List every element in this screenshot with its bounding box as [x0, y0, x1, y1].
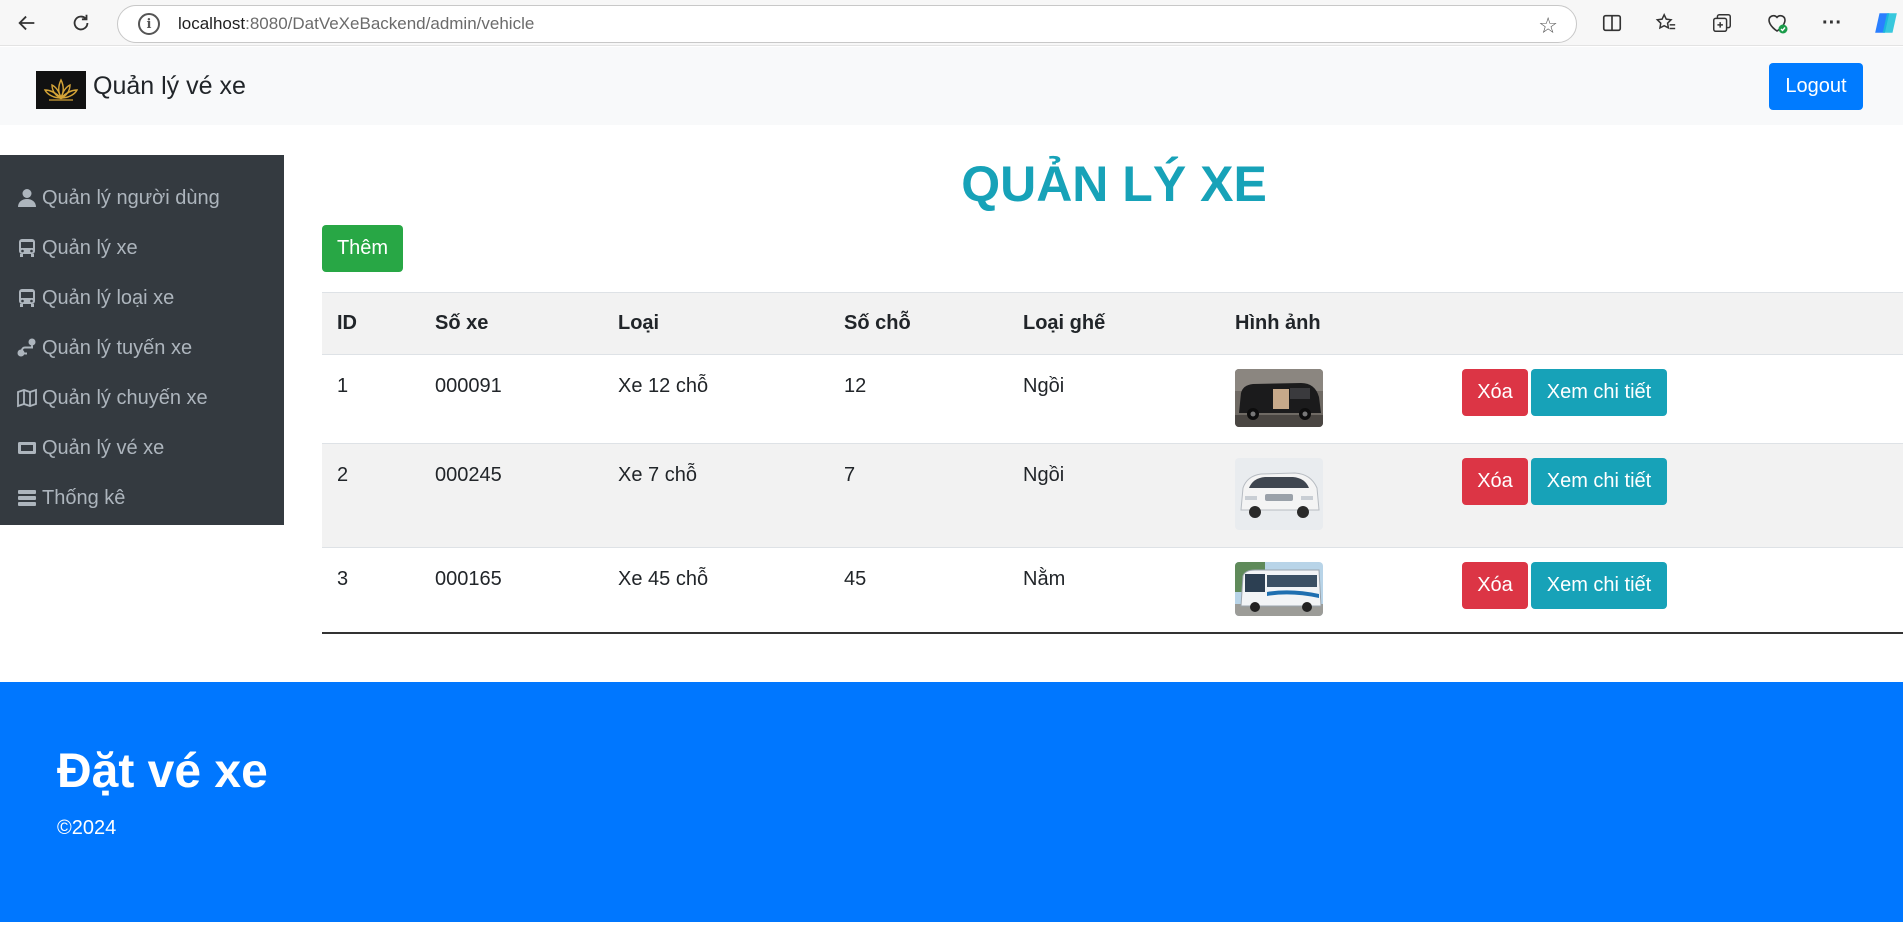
ticket-icon: [18, 442, 36, 454]
cell-plate: 000091: [435, 375, 502, 397]
split-screen-icon[interactable]: [1598, 9, 1626, 37]
collections-icon[interactable]: [1708, 9, 1736, 37]
map-icon: [17, 388, 37, 408]
copilot-icon[interactable]: [1872, 9, 1900, 37]
column-header-type: Loại: [603, 292, 829, 355]
cell-seats: 12: [844, 375, 867, 397]
white-minivan-photo: [1235, 458, 1323, 530]
table-row: 1 000091 Xe 12 chỗ 12 Ngồi Xóa Xem chi ti…: [322, 355, 1903, 444]
sidebar-item-label: Quản lý vé xe: [42, 436, 165, 459]
browser-essentials-icon[interactable]: [1763, 9, 1791, 37]
sidebar-item-label: Quản lý tuyến xe: [42, 336, 193, 359]
delete-button[interactable]: Xóa: [1462, 369, 1528, 416]
view-details-button[interactable]: Xem chi tiết: [1531, 458, 1667, 505]
footer: Đặt vé xe ©2024: [0, 682, 1903, 922]
brand-logo[interactable]: [36, 71, 86, 109]
vehicle-table: ID Số xe Loại Số chỗ Loại ghế Hình ảnh 1…: [322, 292, 1903, 634]
cell-seat-type: Ngồi: [1008, 443, 1220, 548]
site-info-icon[interactable]: i: [138, 13, 160, 35]
reload-icon: [73, 14, 89, 31]
cell-seats: 45: [844, 568, 867, 590]
column-header-plate: Số xe: [420, 292, 603, 355]
cell-type: Xe 45 chỗ: [618, 568, 709, 590]
table-header-row: ID Số xe Loại Số chỗ Loại ghế Hình ảnh: [322, 292, 1903, 355]
column-header-id: ID: [322, 292, 420, 355]
reload-button[interactable]: [66, 8, 96, 38]
sidebar: Quản lý người dùng Quản lý xe Quản lý lo…: [0, 155, 284, 525]
column-header-seats: Số chỗ: [829, 292, 1008, 355]
cell-seat-type: Nằm: [1023, 568, 1066, 590]
back-arrow-icon: [18, 15, 35, 31]
footer-copyright: ©2024: [57, 817, 117, 839]
sidebar-item-vehicle-types[interactable]: Quản lý loại xe: [0, 273, 284, 323]
cell-type: Xe 12 chỗ: [618, 375, 709, 397]
sidebar-item-tickets[interactable]: Quản lý vé xe: [0, 423, 284, 473]
cell-plate: 000245: [420, 443, 603, 548]
column-header-image: Hình ảnh: [1220, 292, 1447, 355]
delete-button[interactable]: Xóa: [1462, 562, 1528, 609]
cell-seat-type: Ngồi: [1023, 375, 1065, 397]
more-menu-icon[interactable]: ···: [1818, 9, 1846, 37]
cell-id: 3: [337, 568, 349, 590]
view-details-button[interactable]: Xem chi tiết: [1531, 562, 1667, 609]
cell-image: [1220, 355, 1447, 444]
sidebar-item-routes[interactable]: Quản lý tuyến xe: [0, 323, 284, 373]
cell-id: 1: [337, 375, 349, 397]
cell-image: [1220, 443, 1447, 548]
sidebar-item-vehicles[interactable]: Quản lý xe: [0, 223, 284, 273]
cell-actions: Xóa Xem chi tiết: [1447, 443, 1903, 548]
route-icon: [17, 338, 36, 357]
sidebar-item-label: Thống kê: [42, 486, 126, 509]
table-row: 3 000165 Xe 45 chỗ 45 Nằm Xóa Xem chi tiế…: [322, 548, 1903, 633]
logout-button[interactable]: Logout: [1769, 63, 1863, 110]
lotus-logo-icon: [43, 78, 79, 101]
user-icon: [18, 189, 36, 207]
bars-icon: [18, 490, 36, 506]
browser-toolbar: i localhost:8080/DatVeXeBackend/admin/ve…: [0, 0, 1903, 46]
back-button[interactable]: [12, 8, 42, 38]
black-van-photo: [1235, 369, 1323, 427]
favorites-icon[interactable]: [1652, 9, 1680, 37]
page-title: QUẢN LÝ XE: [961, 156, 1267, 212]
top-navbar: Quản lý vé xe Logout: [0, 47, 1903, 125]
white-coach-bus-photo: [1235, 562, 1323, 616]
sidebar-item-statistics[interactable]: Thống kê: [0, 473, 284, 523]
url-text: localhost:8080/DatVeXeBackend/admin/vehi…: [178, 14, 535, 33]
sidebar-item-label: Quản lý người dùng: [42, 186, 220, 209]
address-bar[interactable]: i localhost:8080/DatVeXeBackend/admin/ve…: [117, 5, 1577, 43]
table-row: 2 000245 Xe 7 chỗ 7 Ngồi Xóa Xem chi tiết: [322, 443, 1903, 548]
bus-icon: [19, 289, 35, 307]
sidebar-item-trips[interactable]: Quản lý chuyến xe: [0, 373, 284, 423]
cell-type: Xe 7 chỗ: [603, 443, 829, 548]
cell-plate: 000165: [435, 568, 502, 590]
cell-id: 2: [322, 443, 420, 548]
cell-image: [1220, 548, 1447, 633]
sidebar-item-label: Quản lý loại xe: [42, 286, 175, 309]
cell-actions: Xóa Xem chi tiết: [1447, 355, 1903, 444]
sidebar-item-label: Quản lý chuyến xe: [42, 386, 208, 409]
column-header-seat-type: Loại ghế: [1008, 292, 1220, 355]
bus-icon: [19, 239, 35, 257]
cell-actions: Xóa Xem chi tiết: [1447, 548, 1903, 633]
sidebar-item-users[interactable]: Quản lý người dùng: [0, 173, 284, 223]
sidebar-item-label: Quản lý xe: [42, 236, 138, 259]
favorite-star-icon[interactable]: ☆: [1538, 13, 1558, 39]
column-header-actions: [1447, 292, 1903, 355]
add-vehicle-button[interactable]: Thêm: [322, 225, 403, 272]
delete-button[interactable]: Xóa: [1462, 458, 1528, 505]
brand-title[interactable]: Quản lý vé xe: [93, 72, 246, 101]
cell-seats: 7: [829, 443, 1008, 548]
footer-title: Đặt vé xe: [57, 745, 268, 798]
view-details-button[interactable]: Xem chi tiết: [1531, 369, 1667, 416]
